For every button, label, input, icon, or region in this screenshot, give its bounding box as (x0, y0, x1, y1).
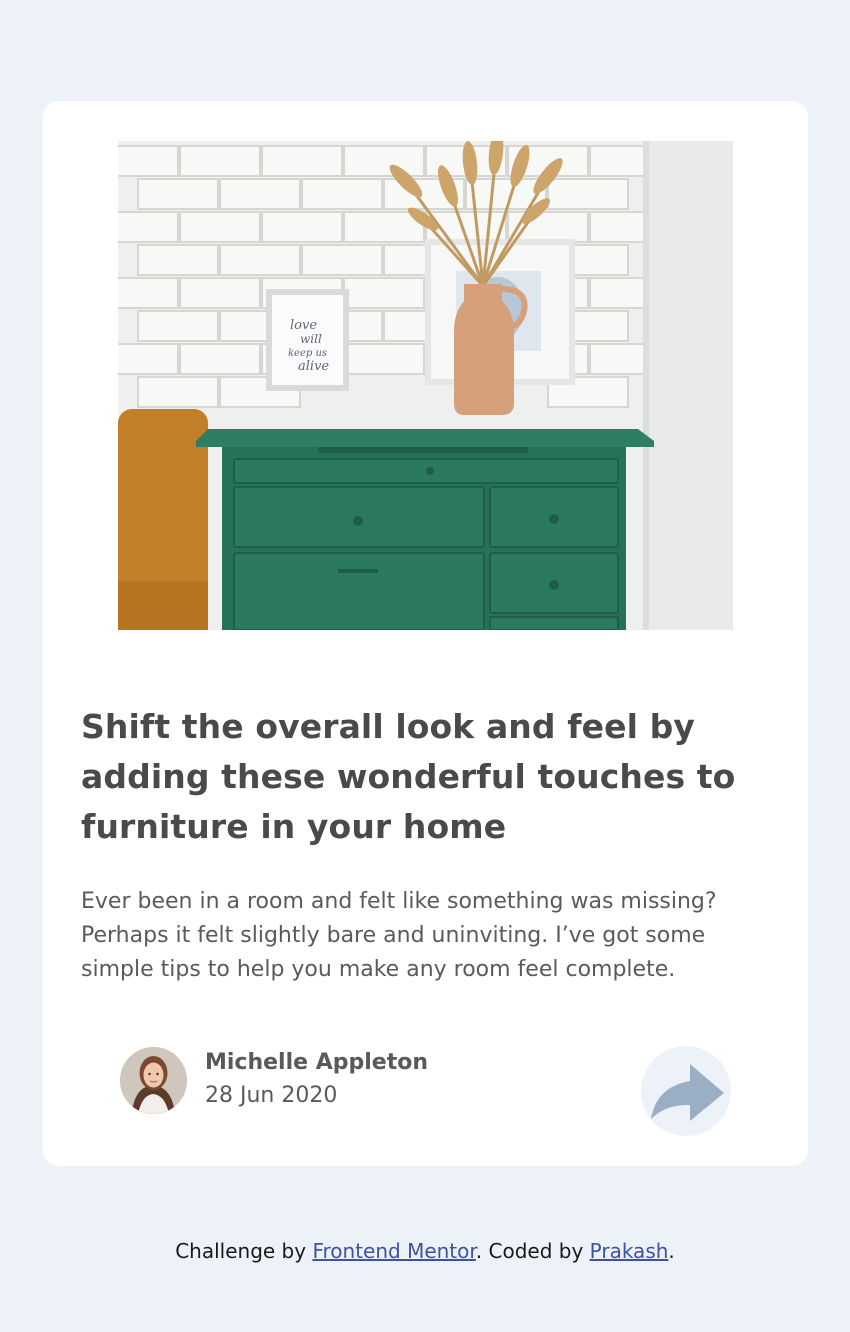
dresser-illustration: love will keep us alive (118, 141, 733, 630)
author-block: Michelle Appleton 28 Jun 2020 (120, 1046, 428, 1114)
footer-middle: . Coded by (475, 1239, 590, 1263)
hero-image: love will keep us alive (118, 141, 733, 630)
author-name: Michelle Appleton (205, 1050, 428, 1075)
article-title: Shift the overall look and feel by addin… (81, 707, 736, 846)
svg-text:alive: alive (298, 359, 329, 374)
article-card: love will keep us alive Shift the overal… (43, 101, 808, 1166)
frontend-mentor-link[interactable]: Frontend Mentor (312, 1239, 475, 1263)
article-description: Ever been in a room and felt like someth… (81, 889, 717, 982)
publish-date: 28 Jun 2020 (205, 1083, 338, 1108)
attribution-footer: Challenge by Frontend Mentor. Coded by P… (0, 1236, 850, 1266)
share-button[interactable] (641, 1046, 731, 1136)
avatar (120, 1046, 187, 1114)
share-arrow-icon (651, 1064, 724, 1121)
svg-text:keep us: keep us (288, 348, 327, 359)
svg-text:will: will (300, 332, 322, 346)
avatar-image (120, 1046, 187, 1114)
author-info: Michelle Appleton 28 Jun 2020 (205, 1047, 428, 1113)
author-profile-link[interactable]: Prakash (590, 1239, 669, 1263)
svg-text:love: love (290, 318, 317, 333)
footer-suffix: . (668, 1239, 675, 1263)
footer-prefix: Challenge by (175, 1239, 313, 1263)
